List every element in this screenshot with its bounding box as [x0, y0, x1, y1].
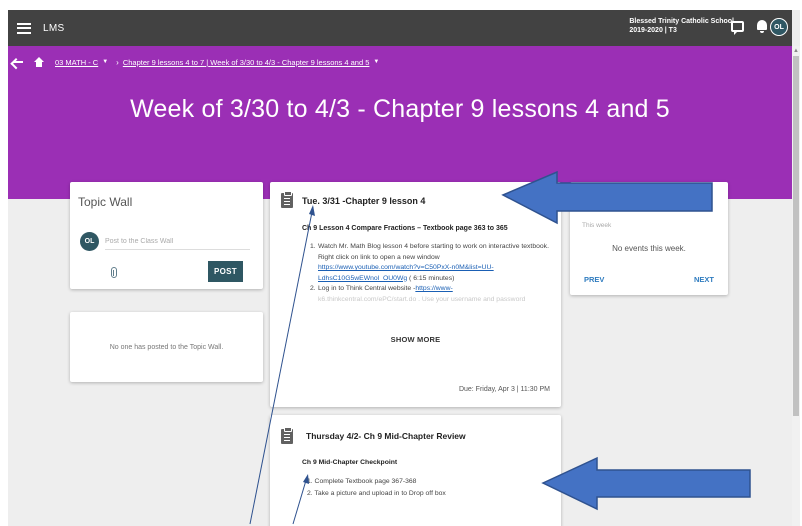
topic-wall-title: Topic Wall — [78, 195, 133, 209]
page-header: 03 MATH - C ▼ › Chapter 9 lessons 4 to 7… — [8, 46, 792, 199]
page-title: Week of 3/30 to 4/3 - Chapter 9 lessons … — [130, 95, 670, 123]
assignment-icon — [281, 191, 293, 208]
chevron-right-icon: › — [116, 57, 119, 67]
prev-button[interactable]: PREV — [584, 275, 604, 284]
assignment-card[interactable]: Tue. 3/31 -Chapter 9 lesson 4 Ch 9 Lesso… — [270, 182, 561, 407]
breadcrumb: 03 MATH - C ▼ › Chapter 9 lessons 4 to 7… — [12, 55, 385, 69]
assignment-icon — [281, 427, 293, 444]
assignment-card[interactable]: Thursday 4/2- Ch 9 Mid-Chapter Review Ch… — [270, 415, 561, 526]
topic-wall-posts: No one has posted to the Topic Wall. — [70, 312, 263, 382]
bell-icon[interactable] — [757, 20, 767, 33]
lms-window: LMS Blessed Trinity Catholic School 2019… — [8, 10, 800, 526]
content-fade — [270, 300, 561, 322]
scroll-up-icon[interactable]: ▲ — [793, 48, 799, 54]
avatar: OL — [80, 232, 99, 251]
vertical-scrollbar[interactable]: ▲ — [792, 46, 800, 526]
breadcrumb-separator: | — [206, 57, 209, 67]
step-text: Watch Mr. Math Blog lesson 4 before star… — [318, 243, 549, 261]
school-info: Blessed Trinity Catholic School 2019-202… — [629, 17, 734, 35]
next-button[interactable]: NEXT — [694, 275, 714, 284]
scrollbar-thumb[interactable] — [793, 56, 799, 416]
class-wall-input[interactable] — [105, 234, 250, 250]
chevron-down-icon[interactable]: ▼ — [373, 59, 379, 65]
back-arrow-icon[interactable] — [12, 57, 24, 67]
top-bar: LMS Blessed Trinity Catholic School 2019… — [8, 10, 792, 46]
show-more-button[interactable]: SHOW MORE — [270, 335, 561, 344]
topic-wall-empty-text: No one has posted to the Topic Wall. — [109, 343, 224, 351]
assignment-title[interactable]: Tue. 3/31 -Chapter 9 lesson 4 — [302, 196, 425, 206]
user-avatar[interactable]: OL — [770, 18, 788, 36]
topic-wall-card: Topic Wall OL POST — [70, 182, 263, 289]
breadcrumb-current: Week of 3/30 to 4/3 - Chapter 9 lessons … — [210, 57, 370, 67]
video-link-part-1: https://www.youtube.com/watch?v=C50PxX-n… — [318, 264, 494, 271]
video-link[interactable]: https://www.youtube.com/watch?v=C50PxX-n… — [318, 264, 494, 282]
events-empty-text: No events this week. — [612, 244, 686, 253]
video-duration: ( 6:15 minutes) — [409, 274, 455, 282]
step-number: 1. — [310, 243, 316, 250]
assignment-steps: 1. Complete Textbook page 367-368 2. Tak… — [307, 476, 547, 500]
attachment-icon[interactable] — [111, 267, 117, 278]
assignment-subtitle: Ch 9 Lesson 4 Compare Fractions – Textbo… — [302, 225, 508, 232]
video-link-part-2: LdhsC10G5wEWnol_OU0Wg — [318, 274, 408, 282]
list-item: 1. Complete Textbook page 367-368 — [307, 478, 417, 485]
app-title: LMS — [43, 22, 65, 34]
assignment-subtitle: Ch 9 Mid-Chapter Checkpoint — [302, 459, 398, 466]
step-number: 2. — [310, 285, 316, 292]
list-item: 1. Watch Mr. Math Blog lesson 4 before s… — [310, 242, 550, 284]
list-item: 2. Take a picture and upload in to Drop … — [307, 490, 446, 497]
breadcrumb-folder-label: Chapter 9 lessons 4 to 7 — [122, 57, 205, 67]
hamburger-icon[interactable] — [17, 22, 31, 34]
events-card: This week No events this week. PREV NEXT — [570, 182, 728, 295]
breadcrumb-course[interactable]: 03 MATH - C — [55, 58, 98, 67]
due-date: Due: Friday, Apr 3 | 11:30 PM — [458, 386, 550, 393]
step-text: Log in to Think Central website - — [318, 285, 416, 292]
breadcrumb-folder[interactable]: Chapter 9 lessons 4 to 7 | Week of 3/30 … — [123, 58, 370, 67]
home-icon[interactable] — [34, 57, 44, 67]
assignment-title[interactable]: Thursday 4/2- Ch 9 Mid-Chapter Review — [306, 431, 466, 441]
thinkcentral-link[interactable]: https://www- — [415, 285, 452, 292]
school-term: 2019-2020 | T3 — [629, 27, 677, 34]
chat-icon[interactable] — [731, 21, 744, 35]
chevron-down-icon[interactable]: ▼ — [102, 59, 108, 65]
events-label: This week — [582, 222, 612, 229]
assignment-steps: 1. Watch Mr. Math Blog lesson 4 before s… — [310, 242, 550, 305]
post-button[interactable]: POST — [208, 261, 243, 282]
school-name: Blessed Trinity Catholic School — [629, 18, 734, 25]
